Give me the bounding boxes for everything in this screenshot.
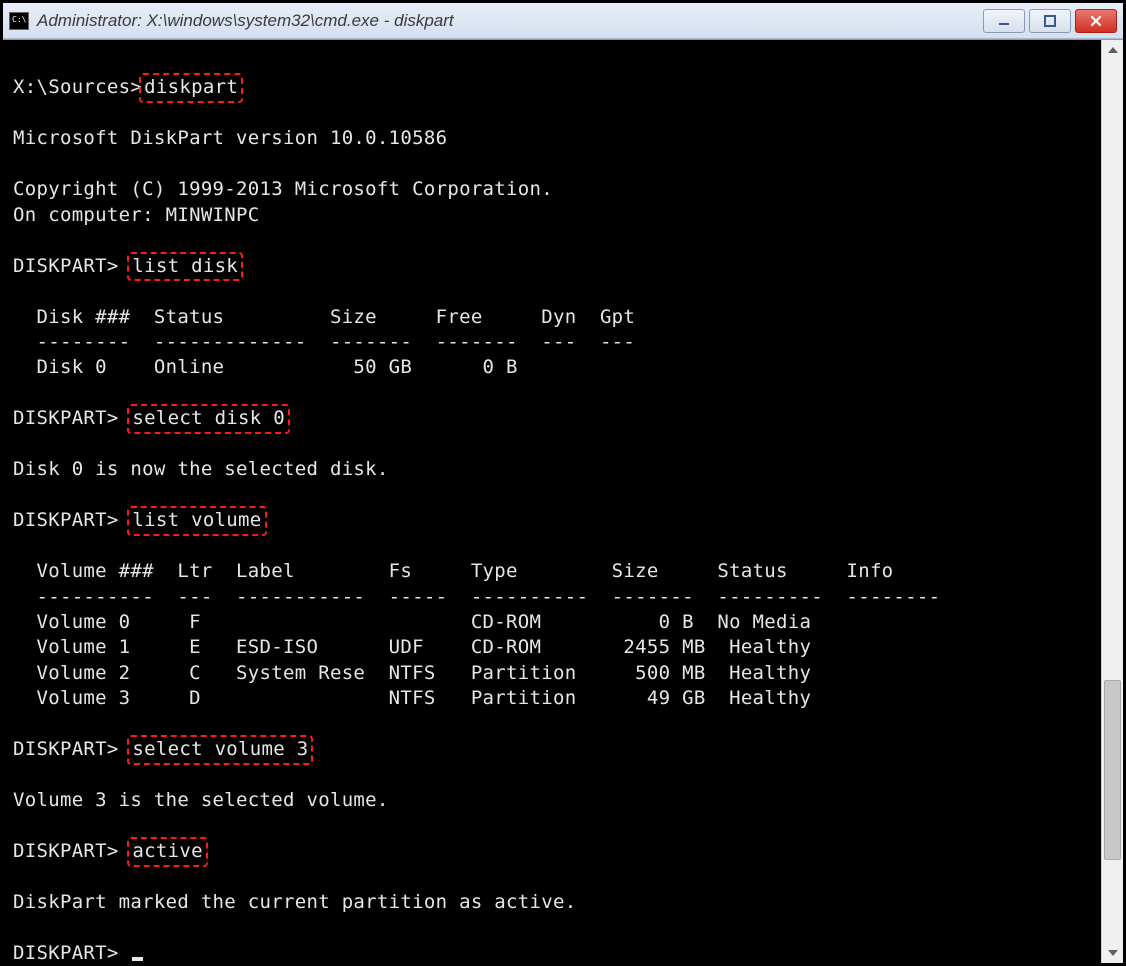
prompt-diskpart: DISKPART> [13, 738, 130, 760]
msg-volume-selected: Volume 3 is the selected volume. [13, 788, 1093, 813]
maximize-icon [1043, 14, 1057, 28]
minimize-icon [997, 14, 1011, 28]
window-title: Administrator: X:\windows\system32\cmd.e… [37, 11, 983, 31]
scroll-up-button[interactable] [1102, 40, 1123, 60]
prompt-diskpart: DISKPART> [13, 840, 130, 862]
cmd-diskpart: diskpart [139, 73, 243, 102]
client-area: X:\Sources>diskpart Microsoft DiskPart v… [3, 39, 1123, 963]
prompt-sources: X:\Sources> [13, 76, 142, 98]
close-button[interactable] [1075, 9, 1117, 33]
vol-row: Volume 2 C System Rese NTFS Partition 50… [13, 661, 1093, 686]
disk-divider: -------- ------------- ------- ------- -… [13, 330, 1093, 355]
scroll-down-button[interactable] [1102, 943, 1123, 963]
vol-row: Volume 0 F CD-ROM 0 B No Media [13, 610, 1093, 635]
close-icon [1089, 14, 1103, 28]
prompt-diskpart: DISKPART> [13, 255, 130, 277]
vol-divider: ---------- --- ----------- ----- -------… [13, 585, 1093, 610]
prompt-diskpart: DISKPART> [13, 942, 130, 963]
cmd-list-volume: list volume [127, 506, 266, 535]
cmd-select-disk: select disk 0 [127, 404, 290, 433]
msg-active: DiskPart marked the current partition as… [13, 890, 1093, 915]
disk-row: Disk 0 Online 50 GB 0 B [13, 355, 1093, 380]
copyright-line: Copyright (C) 1999-2013 Microsoft Corpor… [13, 177, 1093, 202]
vol-header: Volume ### Ltr Label Fs Type Size Status… [13, 559, 1093, 584]
cursor [132, 957, 143, 961]
vertical-scrollbar[interactable] [1101, 40, 1123, 963]
maximize-button[interactable] [1029, 9, 1071, 33]
vol-row: Volume 1 E ESD-ISO UDF CD-ROM 2455 MB He… [13, 635, 1093, 660]
minimize-button[interactable] [983, 9, 1025, 33]
window-controls [983, 9, 1117, 33]
cmd-window: Administrator: X:\windows\system32\cmd.e… [0, 0, 1126, 966]
disk-header: Disk ### Status Size Free Dyn Gpt [13, 305, 1093, 330]
computer-line: On computer: MINWINPC [13, 203, 1093, 228]
chevron-down-icon [1108, 950, 1118, 956]
terminal-output[interactable]: X:\Sources>diskpart Microsoft DiskPart v… [3, 40, 1101, 963]
chevron-up-icon [1108, 47, 1118, 53]
cmd-list-disk: list disk [127, 252, 243, 281]
prompt-diskpart: DISKPART> [13, 407, 130, 429]
prompt-diskpart: DISKPART> [13, 509, 130, 531]
cmd-icon [9, 12, 29, 30]
msg-disk-selected: Disk 0 is now the selected disk. [13, 457, 1093, 482]
cmd-select-volume: select volume 3 [127, 735, 313, 764]
scroll-thumb[interactable] [1104, 680, 1121, 860]
titlebar[interactable]: Administrator: X:\windows\system32\cmd.e… [3, 3, 1123, 39]
cmd-active: active [127, 837, 207, 866]
version-line: Microsoft DiskPart version 10.0.10586 [13, 126, 1093, 151]
vol-row: Volume 3 D NTFS Partition 49 GB Healthy [13, 686, 1093, 711]
